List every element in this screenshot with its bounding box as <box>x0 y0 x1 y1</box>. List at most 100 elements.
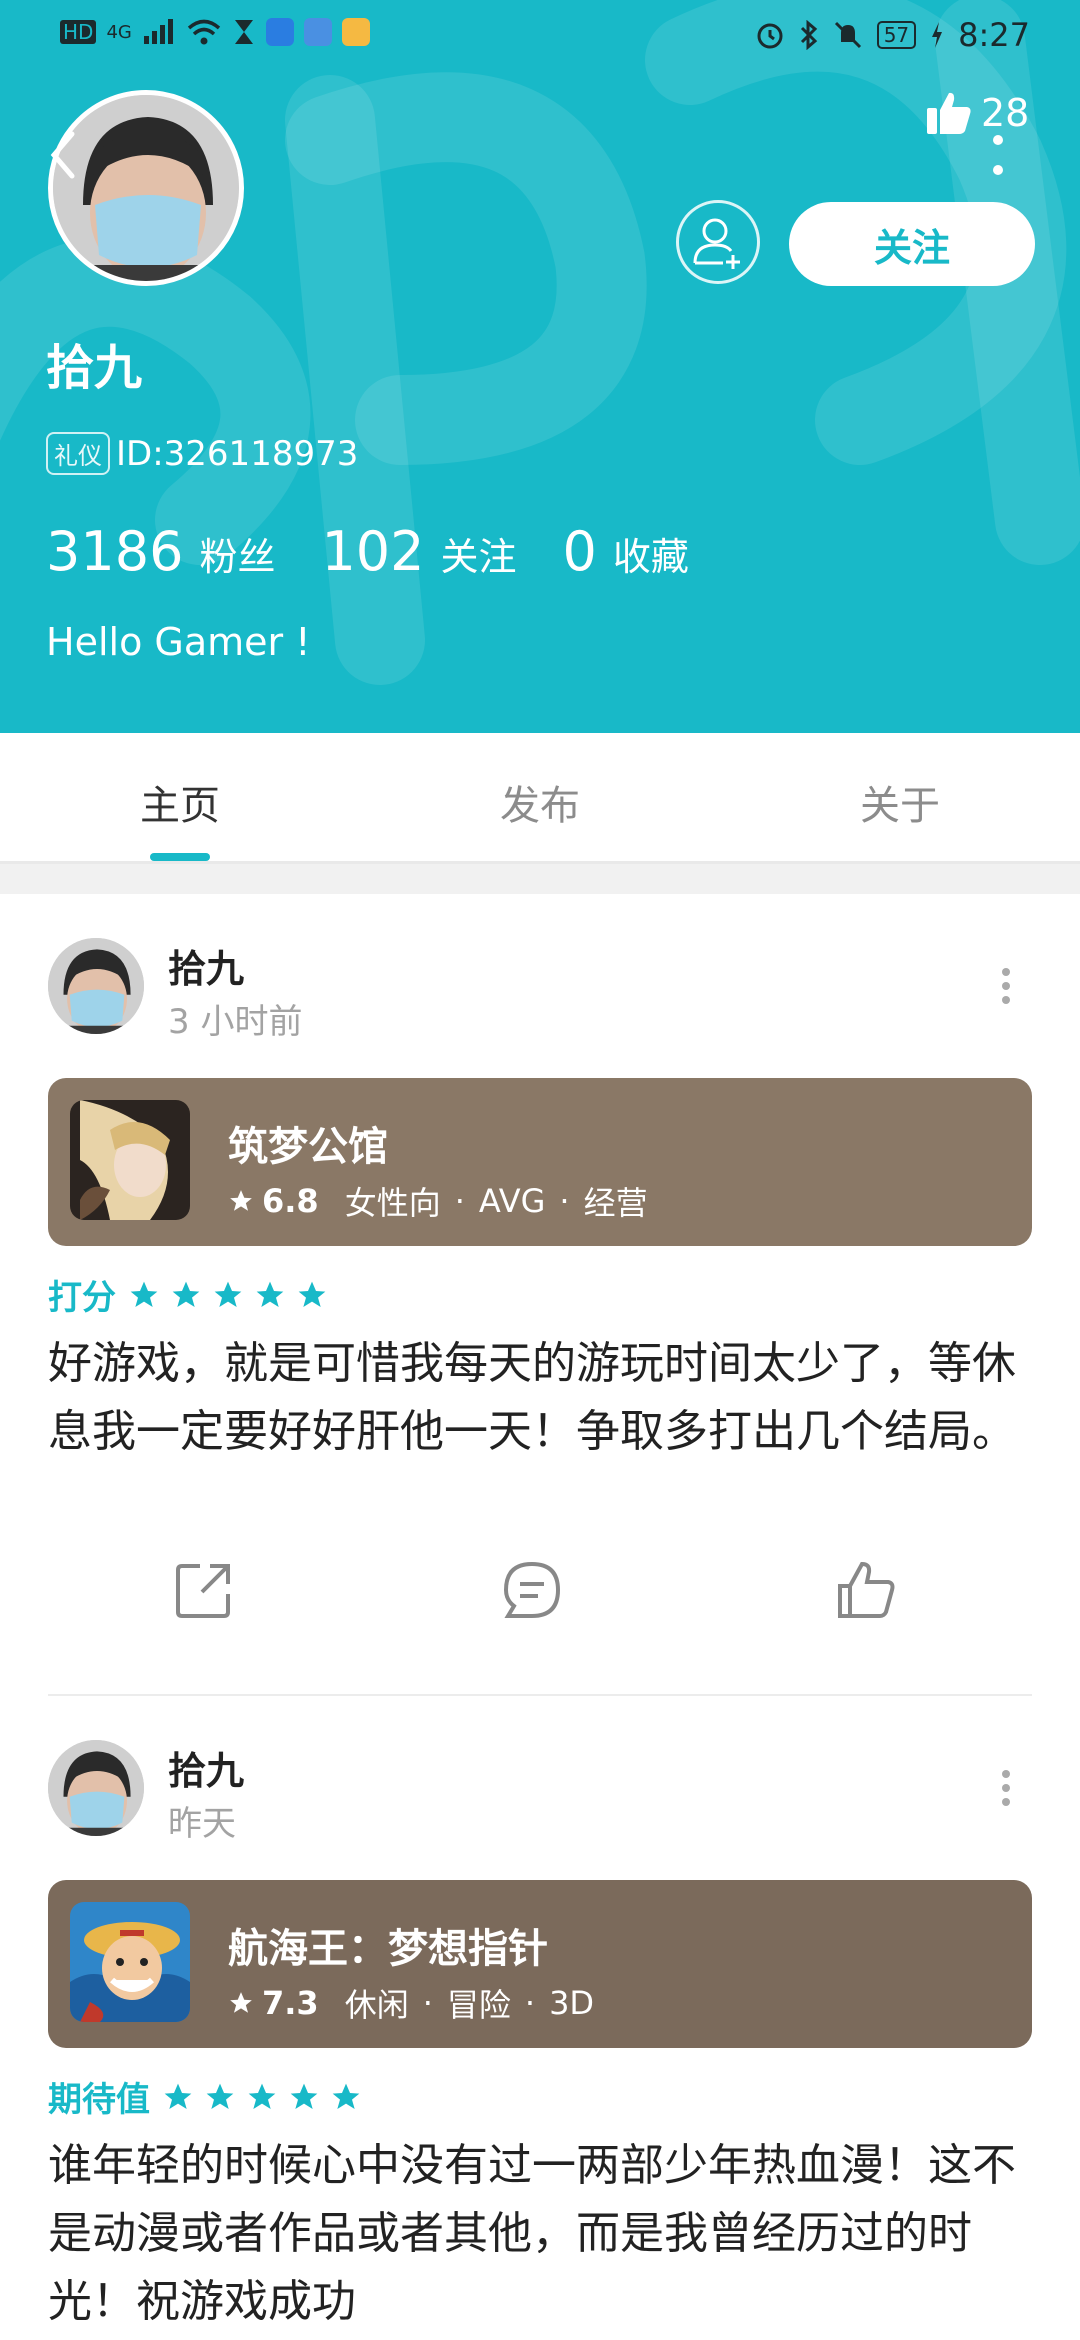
post-text: 谁年轻的时候心中没有过一两部少年热血漫！这不是动漫或者作品或者其他，而是我曾经历… <box>48 2140 1016 2327</box>
tag-separator: · <box>454 1182 465 1220</box>
rating-label: 期待值 <box>48 2080 150 2120</box>
game-tag: 经营 <box>583 1184 648 1222</box>
star-icon <box>230 1992 252 2013</box>
author-avatar[interactable] <box>48 938 144 1034</box>
rating-stars <box>162 2081 362 2113</box>
star-icon <box>164 2083 192 2109</box>
app-notification-icon <box>341 18 370 46</box>
stat-following[interactable]: 102 关注 <box>321 520 516 583</box>
section-separator <box>0 864 1080 894</box>
game-tag: 休闲 <box>344 1986 409 2024</box>
stat-value: 0 <box>562 520 597 583</box>
star-icon <box>230 1190 252 1211</box>
star-icon <box>130 1281 158 1307</box>
profile-bio: Hello Gamer ! <box>46 620 311 664</box>
stat-label: 粉丝 <box>199 535 276 579</box>
tag-separator: · <box>559 1182 570 1220</box>
avatar-image <box>48 1740 144 1836</box>
profile-avatar[interactable] <box>48 90 244 286</box>
avatar-image <box>48 938 144 1034</box>
add-friend-button[interactable] <box>676 200 760 284</box>
post-more-icon[interactable] <box>1000 1768 1012 1808</box>
game-meta: 6.8 女性向 · AVG · 经营 <box>228 1178 648 1224</box>
thumbs-up-icon <box>927 92 971 134</box>
game-tag: 女性向 <box>344 1184 441 1222</box>
star-icon <box>248 2083 276 2109</box>
game-cover <box>70 1902 190 2022</box>
alarm-icon <box>757 23 783 49</box>
star-icon <box>206 2083 234 2109</box>
id-badge: 礼仪 <box>46 432 110 475</box>
post-more-icon[interactable] <box>1000 966 1012 1006</box>
hourglass-icon <box>234 20 253 44</box>
profile-tabs: 主页 发布 关于 <box>0 733 1080 864</box>
stat-followers[interactable]: 3186 粉丝 <box>46 520 275 583</box>
post-actions <box>0 1558 1080 1638</box>
tab-home[interactable]: 主页 <box>0 733 360 861</box>
game-tag: 冒险 <box>446 1986 511 2024</box>
profile-header: HD 4G 57 8:27 28 关注 拾九 礼仪 ID:326118973 3… <box>0 0 1080 733</box>
profile-stats: 3186 粉丝 102 关注 0 收藏 <box>46 520 735 583</box>
network-indicator: 4G <box>106 21 132 43</box>
app-notification-icon <box>303 18 332 46</box>
tab-label: 发布 <box>500 783 580 829</box>
game-meta: 7.3 休闲 · 冒险 · 3D <box>228 1980 594 2026</box>
game-tag: 3D <box>549 1984 595 2022</box>
game-card[interactable]: 筑梦公馆 6.8 女性向 · AVG · 经营 <box>48 1078 1032 1246</box>
star-icon <box>298 1281 326 1307</box>
hd-indicator: HD <box>60 20 97 44</box>
post-card: 拾九 昨天 航海王：梦想指针 7.3 休闲 · 冒险 · 3D 期待值 谁年轻的… <box>0 1696 1080 2340</box>
post-time: 3 小时前 <box>168 1002 303 1042</box>
avatar-image <box>53 95 239 281</box>
game-title: 筑梦公馆 <box>228 1124 388 1170</box>
author-name[interactable]: 拾九 <box>168 938 244 993</box>
game-title: 航海王：梦想指针 <box>228 1926 548 1972</box>
status-bar: HD 4G 57 8:27 <box>0 0 1080 70</box>
like-icon[interactable] <box>834 1558 898 1622</box>
star-icon <box>172 1281 200 1307</box>
likes-count: 28 <box>981 91 1030 135</box>
game-card[interactable]: 航海王：梦想指针 7.3 休闲 · 冒险 · 3D <box>48 1880 1032 2048</box>
profile-id-row: 礼仪 ID:326118973 <box>46 432 358 475</box>
follow-button[interactable]: 关注 <box>789 202 1035 286</box>
bluetooth-icon <box>800 20 817 50</box>
game-score: 6.8 <box>262 1182 319 1220</box>
post-text: 好游戏，就是可惜我每天的游玩时间太少了，等休息我一定要好好肝他一天！争取多打出几… <box>48 1338 1016 1457</box>
star-icon <box>214 1281 242 1307</box>
star-icon <box>290 2083 318 2109</box>
tab-posts[interactable]: 发布 <box>360 733 720 861</box>
rating-stars <box>128 1279 328 1311</box>
stat-favorites[interactable]: 0 收藏 <box>563 520 689 583</box>
comment-icon[interactable] <box>500 1558 564 1622</box>
charging-icon <box>932 22 943 48</box>
profile-id: ID:326118973 <box>116 433 359 474</box>
battery-level: 57 <box>876 21 917 49</box>
star-icon <box>332 2083 360 2109</box>
post-time: 昨天 <box>168 1804 236 1844</box>
game-cover <box>70 1100 190 1220</box>
star-icon <box>256 1281 284 1307</box>
game-score: 7.3 <box>262 1984 319 2022</box>
stat-label: 关注 <box>440 535 517 579</box>
tag-separator: · <box>524 1984 536 2022</box>
stat-label: 收藏 <box>612 535 689 579</box>
tab-label: 关于 <box>860 783 940 829</box>
stat-value: 102 <box>321 520 425 583</box>
back-arrow-icon[interactable] <box>48 130 78 180</box>
game-tag: AVG <box>478 1182 546 1220</box>
game-cover-image <box>70 1902 190 2022</box>
tab-label: 主页 <box>140 783 220 829</box>
tab-about[interactable]: 关于 <box>720 733 1080 861</box>
mute-icon <box>834 21 861 49</box>
author-avatar[interactable] <box>48 1740 144 1836</box>
more-options-icon[interactable] <box>992 130 1004 180</box>
rating-label: 打分 <box>48 1278 116 1318</box>
active-tab-indicator <box>150 853 210 861</box>
rating-row: 期待值 <box>48 2072 362 2121</box>
post-card: 拾九 3 小时前 筑梦公馆 6.8 女性向 · AVG · 经营 打分 好游戏，… <box>0 894 1080 1696</box>
wifi-icon <box>187 19 221 45</box>
add-user-icon <box>693 218 740 269</box>
profile-likes[interactable]: 28 <box>925 90 1029 136</box>
share-icon[interactable] <box>172 1558 236 1622</box>
author-name[interactable]: 拾九 <box>168 1740 244 1795</box>
